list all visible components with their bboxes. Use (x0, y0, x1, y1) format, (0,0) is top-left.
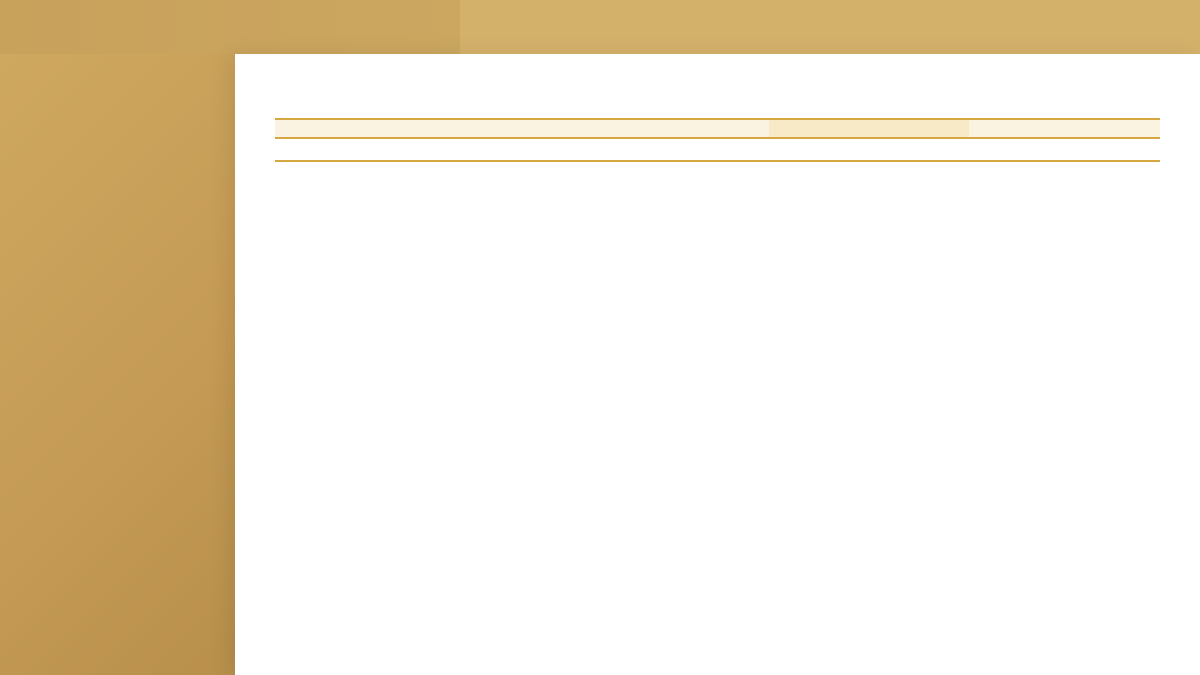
income-summary-row (275, 119, 1160, 138)
col-actual (769, 138, 969, 161)
income-spacer (275, 119, 319, 138)
background-top-left (0, 0, 460, 54)
total-income-label (319, 119, 569, 138)
background-left-panel (0, 54, 235, 675)
total-income-value (569, 119, 769, 138)
col-item (319, 138, 569, 161)
other-income-label (769, 119, 969, 138)
column-header-row (275, 138, 1160, 161)
col-difference (969, 138, 1160, 161)
document-card (235, 54, 1200, 675)
col-budget (569, 138, 769, 161)
other-income-value (969, 119, 1160, 138)
budget-table (275, 118, 1160, 162)
background-top-right (460, 0, 1200, 54)
col-hash (275, 138, 319, 161)
